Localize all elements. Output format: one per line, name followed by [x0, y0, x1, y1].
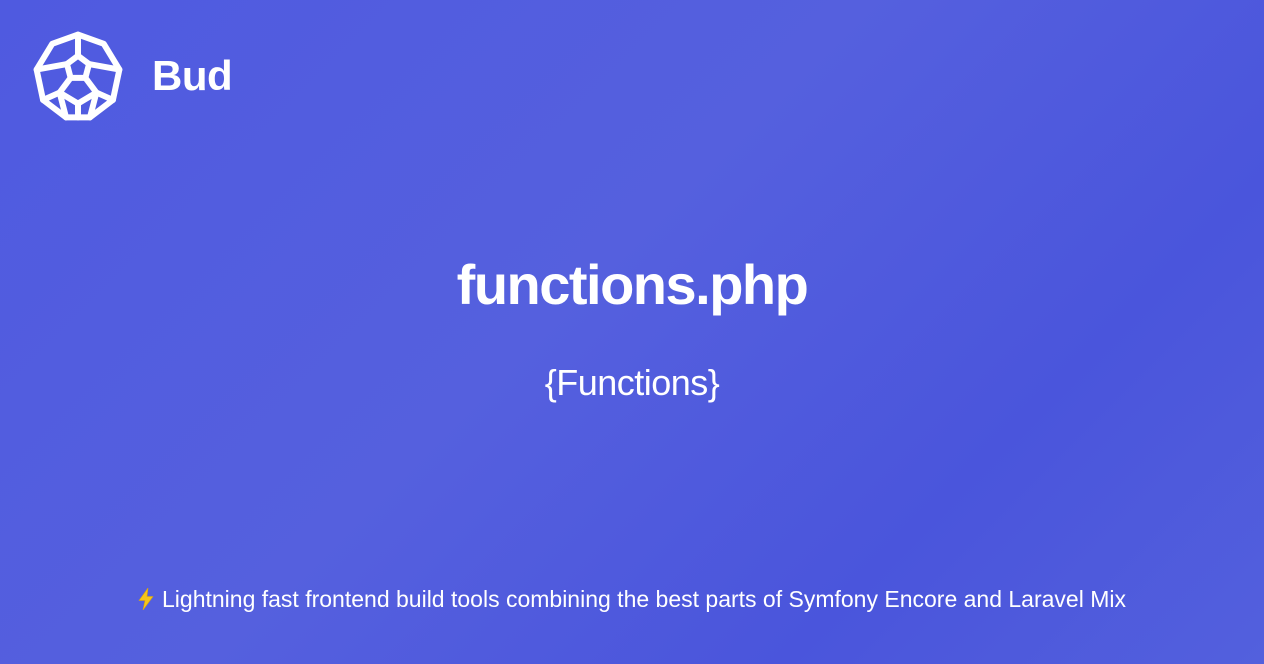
brand-name: Bud	[152, 52, 233, 99]
page-title: functions.php	[456, 253, 809, 316]
brand: Bud	[32, 30, 233, 122]
honeycomb-logo-icon	[33, 31, 123, 121]
lightning-bolt-icon	[138, 588, 154, 610]
tagline-text: Lightning fast frontend build tools comb…	[162, 586, 1126, 612]
page-subtitle: {Functions}	[544, 362, 720, 403]
tagline: Lightning fast frontend build tools comb…	[0, 585, 1264, 613]
